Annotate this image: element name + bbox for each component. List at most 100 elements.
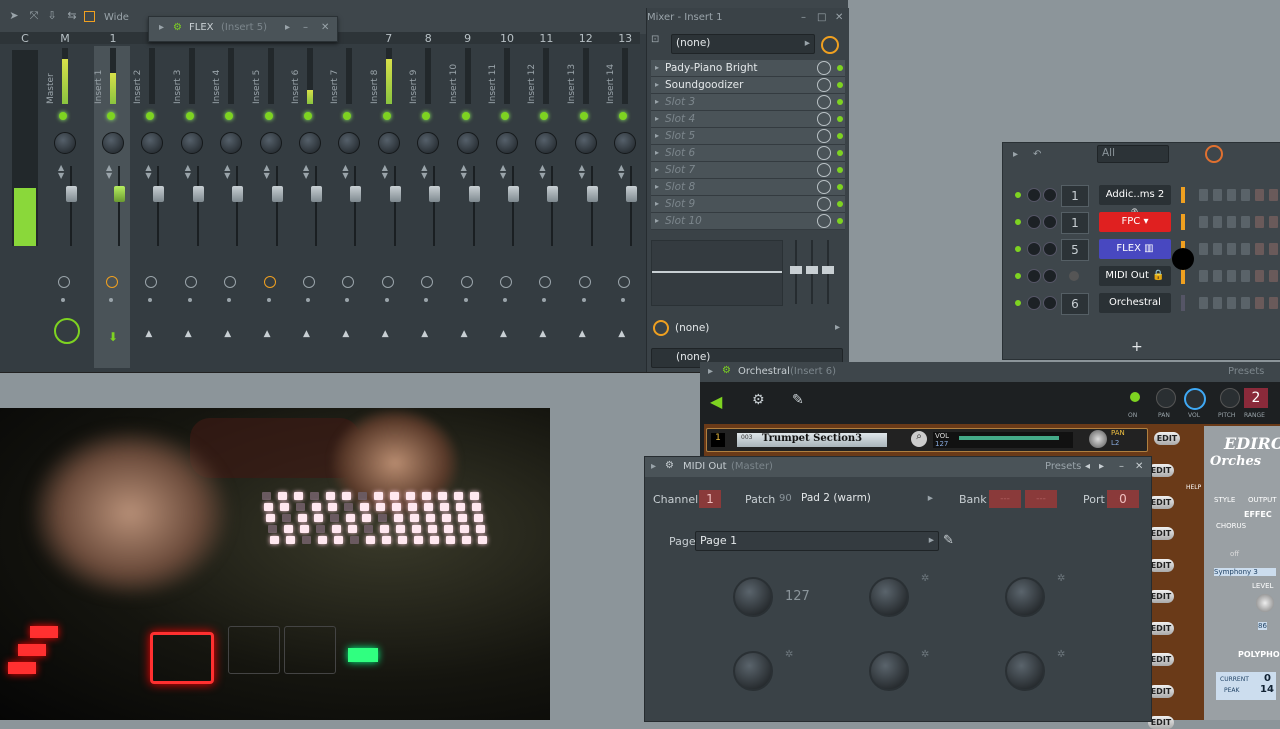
- pan-knob[interactable]: [496, 132, 518, 154]
- volume-knob[interactable]: [1043, 188, 1057, 202]
- step-button[interactable]: [1255, 243, 1264, 255]
- effect-slot[interactable]: ▸ Pady-Piano Bright: [651, 60, 845, 77]
- pan-knob[interactable]: [54, 132, 76, 154]
- volume-knob[interactable]: [1043, 269, 1057, 283]
- mixer-strip[interactable]: Insert 11 ▲ ▼ ▲: [488, 46, 524, 368]
- expand-icon[interactable]: ▸: [655, 165, 659, 174]
- pan-knob[interactable]: [574, 132, 597, 154]
- send-ring-icon[interactable]: [303, 276, 315, 288]
- channel-row[interactable]: 6 Orchestral: [1003, 291, 1280, 315]
- select-indicator[interactable]: [1181, 295, 1185, 311]
- route-dot[interactable]: [581, 298, 586, 302]
- route-up-icon[interactable]: ▲: [342, 329, 349, 339]
- instrument-slot[interactable]: 1 Trumpet Section3 003 ⌕ VOL 127 PAN L2: [706, 428, 1148, 452]
- expand-icon[interactable]: ▸: [655, 182, 659, 191]
- step-button[interactable]: [1241, 270, 1250, 282]
- route-up-icon[interactable]: ▲: [224, 329, 231, 339]
- step-button[interactable]: [1227, 243, 1236, 255]
- minimize-icon[interactable]: –: [801, 12, 806, 23]
- channel-led[interactable]: [1015, 246, 1021, 252]
- mute-led[interactable]: [225, 112, 234, 120]
- edit-button[interactable]: EDIT: [1154, 432, 1180, 445]
- route-up-icon[interactable]: ▲: [500, 329, 507, 339]
- effect-slot[interactable]: ▸ Slot 5: [651, 128, 845, 145]
- plugin-settings-icon[interactable]: ⚙: [752, 392, 765, 408]
- route-dot[interactable]: [463, 298, 468, 302]
- route-dot[interactable]: [148, 298, 153, 302]
- cc-knob-5[interactable]: [869, 651, 909, 691]
- mute-led[interactable]: [304, 112, 312, 120]
- effect-slot[interactable]: ▸ Slot 7: [651, 162, 845, 179]
- clock-icon[interactable]: [821, 36, 839, 54]
- channel-row[interactable]: 5 FLEX ▥: [1003, 237, 1280, 261]
- mixer-track-number[interactable]: 1: [1061, 212, 1089, 234]
- vol-meter[interactable]: VOL 127: [933, 432, 1073, 448]
- route-up-icon[interactable]: ▲: [382, 329, 389, 339]
- mute-led[interactable]: [501, 112, 509, 120]
- patch-dropdown[interactable]: Pad 2 (warm) ▸: [797, 490, 937, 508]
- step-button[interactable]: [1199, 243, 1208, 255]
- pan-knob[interactable]: [614, 132, 637, 154]
- mute-led[interactable]: [422, 112, 431, 120]
- volume-fader[interactable]: [66, 186, 77, 202]
- send-ring-icon[interactable]: [106, 276, 118, 288]
- channel-row[interactable]: MIDI Out 🔒: [1003, 264, 1280, 288]
- effect-slot[interactable]: ▸ Slot 6: [651, 145, 845, 162]
- step-button[interactable]: [1213, 270, 1222, 282]
- volume-fader[interactable]: [311, 186, 322, 202]
- slot-led[interactable]: [837, 99, 843, 105]
- route-dot[interactable]: [424, 298, 429, 302]
- channel-led[interactable]: [1015, 273, 1021, 279]
- mixer-strip[interactable]: Insert 1 ▲ ▼: [94, 46, 130, 368]
- effect-slot[interactable]: ▸ Slot 10: [651, 213, 845, 230]
- stereo-arrows-icon[interactable]: ▲ ▼: [461, 164, 467, 180]
- step-button[interactable]: [1269, 297, 1278, 309]
- cc-knob-3[interactable]: [1005, 577, 1045, 617]
- stereo-arrows-icon[interactable]: ▲ ▼: [421, 164, 427, 180]
- route-dot[interactable]: [227, 298, 232, 302]
- stereo-arrows-icon[interactable]: ▲ ▼: [145, 164, 151, 180]
- stereo-arrows-icon[interactable]: ▲ ▼: [224, 164, 230, 180]
- mixer-track-number[interactable]: 6: [1061, 293, 1089, 315]
- mixer-strip[interactable]: Insert 14 ▲ ▼ ▲: [606, 46, 642, 368]
- pan-knob[interactable]: [1027, 188, 1041, 202]
- route-up-icon[interactable]: ▲: [185, 329, 192, 339]
- mixer-strip[interactable]: Insert 13 ▲ ▼ ▲: [567, 46, 603, 368]
- step-button[interactable]: [1213, 243, 1222, 255]
- volume-fader[interactable]: [192, 186, 204, 202]
- stereo-arrows-icon[interactable]: ▲ ▼: [106, 164, 112, 180]
- route-dot[interactable]: [266, 298, 271, 302]
- gear-icon[interactable]: ⚙: [665, 460, 674, 471]
- flex-popup[interactable]: ▸ ⚙ FLEX (Insert 5) ▸ – ✕: [148, 16, 338, 42]
- route-up-icon[interactable]: ▲: [264, 329, 271, 339]
- volume-fader[interactable]: [508, 186, 519, 202]
- stereo-arrows-icon[interactable]: ▲ ▼: [264, 164, 270, 180]
- route-dot[interactable]: [109, 298, 113, 302]
- mute-led[interactable]: [59, 112, 67, 120]
- mixer-strip[interactable]: Insert 4 ▲ ▼ ▲: [212, 46, 248, 368]
- vol-knob[interactable]: [1184, 388, 1206, 410]
- send-ring-icon[interactable]: [460, 276, 473, 288]
- gear-icon[interactable]: ✲: [921, 573, 929, 584]
- pan-knob[interactable]: [141, 132, 164, 154]
- channel-led[interactable]: [1015, 300, 1021, 306]
- pan-knob[interactable]: [456, 132, 479, 154]
- mute-led[interactable]: [146, 112, 155, 120]
- close-icon[interactable]: ✕: [321, 22, 329, 33]
- volume-fader[interactable]: [429, 186, 441, 202]
- step-button[interactable]: [1241, 243, 1250, 255]
- channel-button[interactable]: Orchestral: [1099, 293, 1171, 313]
- pan-knob[interactable]: [180, 132, 203, 154]
- channel-button[interactable]: MIDI Out 🔒: [1099, 266, 1171, 286]
- mute-led[interactable]: [264, 112, 273, 120]
- send-ring-icon[interactable]: [539, 276, 552, 288]
- gear-icon[interactable]: ✲: [785, 649, 793, 660]
- route-up-icon[interactable]: ▲: [421, 329, 428, 339]
- pan-knob[interactable]: [1027, 269, 1041, 283]
- mute-led[interactable]: [185, 112, 194, 120]
- route-arrow-icon[interactable]: ⬇: [108, 330, 118, 344]
- close-icon[interactable]: ✕: [835, 12, 843, 23]
- eq-sliders[interactable]: [789, 240, 839, 304]
- speaker-icon[interactable]: ◀: [710, 392, 722, 411]
- step-button[interactable]: [1213, 189, 1222, 201]
